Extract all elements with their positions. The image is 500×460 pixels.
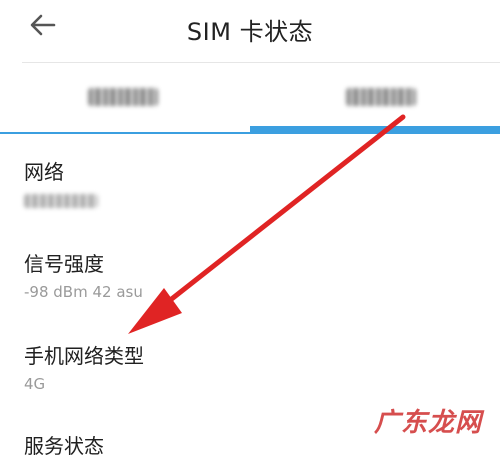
- signal-strength-label: 信号强度: [24, 252, 104, 276]
- tab-selected-indicator: [250, 126, 500, 133]
- tab-sim1[interactable]: [0, 63, 250, 135]
- app-bar: SIM 卡状态: [0, 0, 500, 62]
- sim-tabs: [0, 63, 500, 135]
- network-value-blurred: [24, 194, 98, 208]
- tab-label-blurred: [346, 88, 416, 106]
- watermark-logo: 广东龙网: [374, 402, 482, 439]
- page-title: SIM 卡状态: [186, 18, 314, 46]
- watermark-text: 广东龙网: [374, 408, 483, 438]
- tab-sim2[interactable]: [250, 63, 500, 135]
- tab-label-blurred: [88, 88, 158, 106]
- list-item-network-type[interactable]: 手机网络类型 4G: [24, 342, 500, 394]
- signal-strength-value: -98 dBm 42 asu: [24, 283, 143, 301]
- list-item-signal-strength[interactable]: 信号强度 -98 dBm 42 asu: [24, 250, 500, 302]
- network-label: 网络: [24, 160, 64, 184]
- list-item-network[interactable]: 网络: [24, 158, 500, 208]
- network-type-label: 手机网络类型: [24, 344, 144, 368]
- network-type-value: 4G: [24, 375, 46, 393]
